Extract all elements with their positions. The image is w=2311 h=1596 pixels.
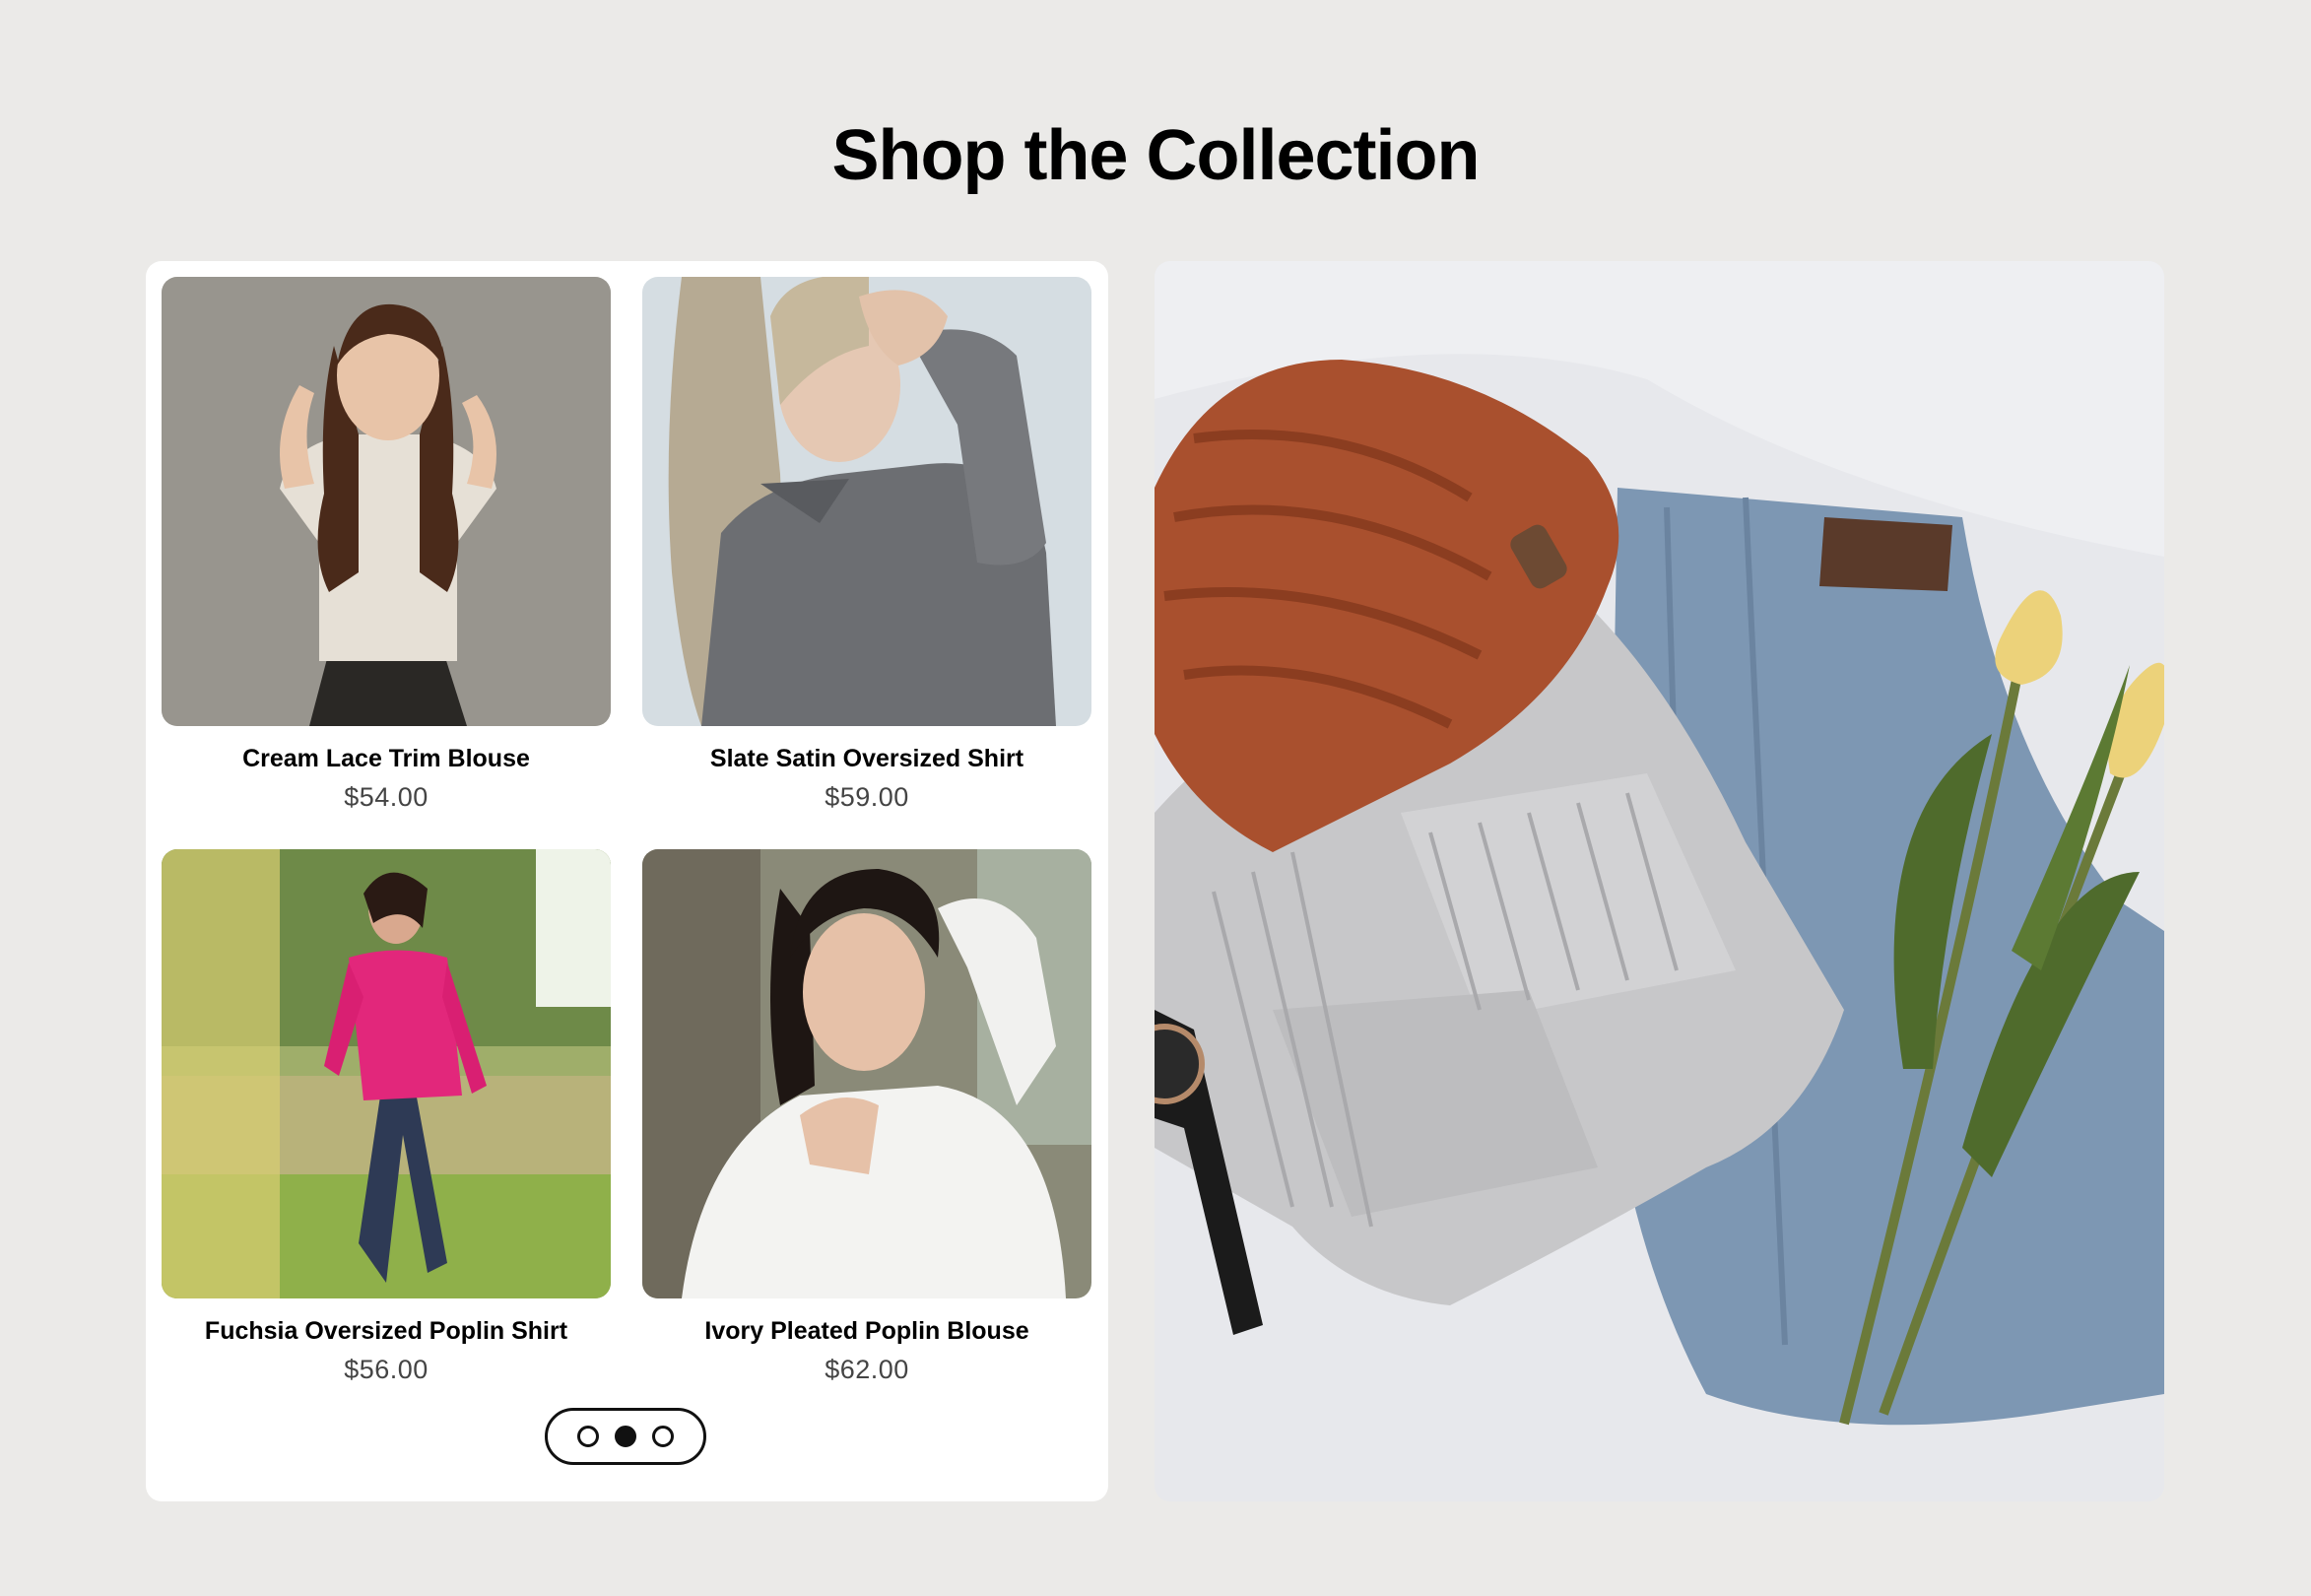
section-title: Shop the Collection [831,116,1481,195]
product-image[interactable] [642,277,1091,726]
product-image[interactable] [642,849,1091,1298]
pagination-dot[interactable] [652,1426,674,1447]
product-card[interactable]: Fuchsia Oversized Poplin Shirt $56.00 [162,849,611,1387]
woman-slate-shirt-photo [642,277,1091,726]
flatlay-sweater-jeans-beanie-tulips-photo [1155,261,2164,1501]
product-name[interactable]: Slate Satin Oversized Shirt [642,742,1091,775]
product-card[interactable]: Cream Lace Trim Blouse $54.00 [162,277,611,815]
carousel-pagination [545,1408,706,1465]
product-carousel: Cream Lace Trim Blouse $54.00 Slate Sati… [146,261,1108,1501]
woman-cream-blouse-photo [162,277,611,726]
product-card[interactable]: Slate Satin Oversized Shirt $59.00 [642,277,1091,815]
pagination-dot[interactable] [577,1426,599,1447]
product-name[interactable]: Cream Lace Trim Blouse [162,742,611,775]
product-price: $59.00 [825,782,909,812]
product-name[interactable]: Ivory Pleated Poplin Blouse [642,1314,1091,1348]
lifestyle-image [1155,261,2164,1501]
product-image[interactable] [162,277,611,726]
product-price: $54.00 [344,782,429,812]
woman-fuchsia-shirt-photo [162,849,611,1298]
product-card[interactable]: Ivory Pleated Poplin Blouse $62.00 [642,849,1091,1387]
product-price: $62.00 [825,1355,909,1384]
pagination-dot-active[interactable] [615,1426,636,1447]
product-price: $56.00 [344,1355,429,1384]
woman-ivory-blouse-photo [642,849,1091,1298]
product-name[interactable]: Fuchsia Oversized Poplin Shirt [162,1314,611,1348]
product-image[interactable] [162,849,611,1298]
